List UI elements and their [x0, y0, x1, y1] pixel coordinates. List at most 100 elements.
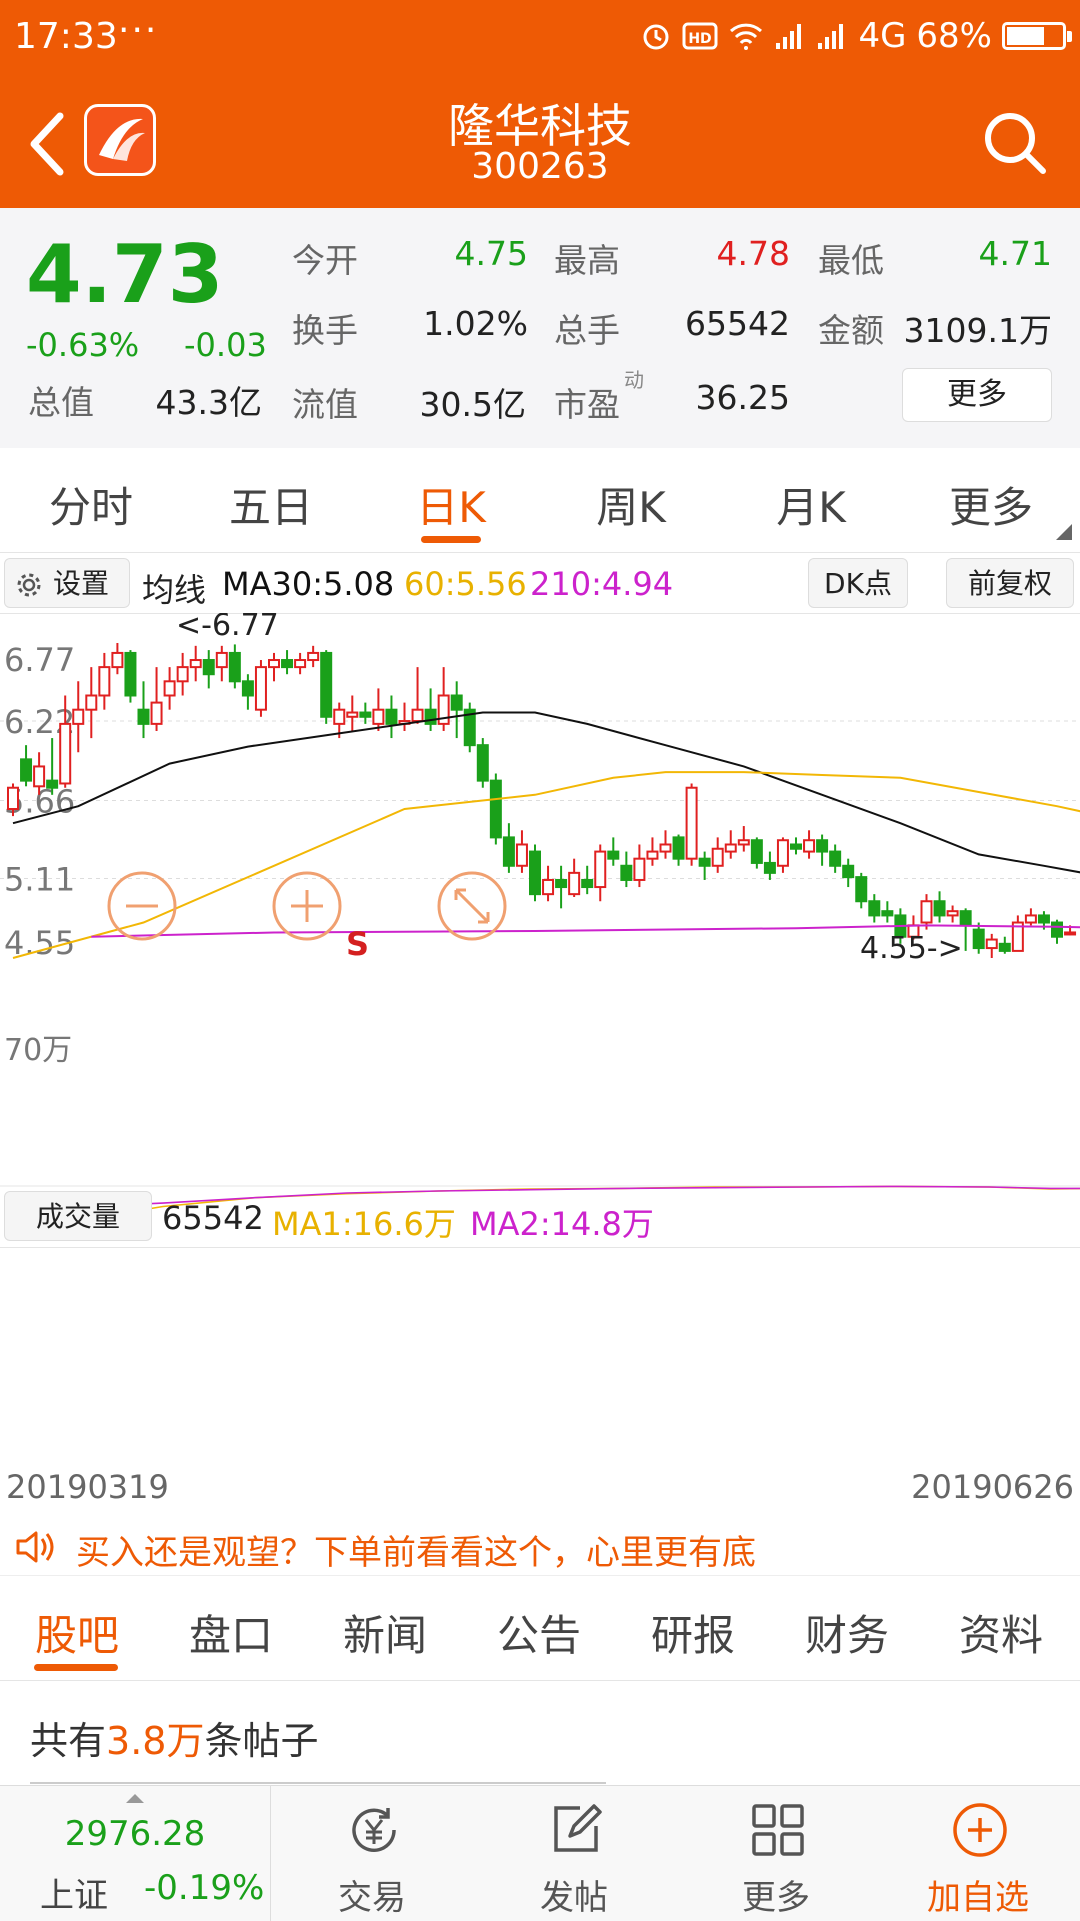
tab-period-4[interactable]: 月K	[736, 474, 886, 535]
search-icon[interactable]	[976, 104, 1056, 184]
adjust-button[interactable]: 前复权	[946, 558, 1074, 608]
settings-button[interactable]: 设置	[4, 558, 130, 608]
candle-body	[946, 910, 959, 917]
gear-icon	[17, 573, 41, 597]
svg-text:HD: HD	[689, 31, 712, 47]
quote-label-1-1: 总手	[554, 311, 620, 350]
quote-label-1-2: 金额	[818, 311, 884, 350]
active-tab-underline	[421, 536, 481, 543]
candle-body	[411, 708, 424, 723]
status-icons: HD 4G 68%	[640, 16, 1072, 56]
tab-period-3[interactable]: 周K	[556, 474, 706, 535]
ma-bar: 设置 均线 MA30:5.08 60:5.56 210:4.94 DK点 前复权	[0, 553, 1080, 614]
post-count-suffix: 条帖子	[204, 1719, 319, 1763]
candle-body	[150, 701, 163, 725]
bottom-nav: 2976.28 上证 -0.19% 交易 发帖 更多 加自选	[0, 1785, 1080, 1921]
tab-content-0[interactable]: 股吧	[22, 1602, 132, 1663]
candle-body	[659, 843, 672, 853]
promo-banner[interactable]: 买入还是观望？下单前看看这个，心里更有底	[0, 1515, 1080, 1576]
zoom-in-button[interactable]	[272, 871, 342, 941]
pe-label: 市盈	[554, 385, 620, 424]
candle-body	[385, 708, 398, 725]
period-tabs: 分时 五日 日K 周K 月K 更多	[0, 448, 1080, 553]
quote-value-0-2: 4.71	[978, 234, 1052, 273]
signal-icon-1	[776, 24, 802, 49]
dk-button[interactable]: DK点	[808, 558, 908, 608]
candle-body	[985, 938, 998, 950]
tab-content-5[interactable]: 财务	[792, 1602, 902, 1663]
candle-body	[542, 878, 555, 896]
post-count-number: 3.8万	[106, 1719, 205, 1763]
quote-more-button[interactable]: 更多	[902, 368, 1052, 422]
candle-body	[698, 857, 711, 867]
caret-up-icon	[126, 1794, 144, 1803]
candle-body	[933, 900, 946, 917]
candle-body	[46, 779, 59, 789]
y-axis-label: 6.77	[4, 641, 75, 679]
sell-signal-marker: S	[346, 925, 369, 963]
candle-body	[998, 942, 1011, 952]
candle-body	[33, 765, 46, 788]
candle-body	[555, 878, 568, 889]
candle-body	[816, 839, 829, 853]
volume-button[interactable]: 成交量	[4, 1191, 152, 1241]
tab-content-3[interactable]: 公告	[484, 1602, 594, 1663]
speaker-icon	[16, 1531, 54, 1563]
status-dots: ···	[118, 10, 159, 51]
candle-body	[763, 861, 776, 874]
index-value: 2976.28	[64, 1814, 206, 1854]
quote-label-0-0: 今开	[292, 241, 358, 280]
candle-body	[959, 910, 972, 927]
battery-fill	[1007, 27, 1044, 45]
candle-body	[529, 850, 541, 896]
candle-body	[568, 871, 581, 896]
nav-add-watchlist[interactable]: 加自选	[878, 1786, 1078, 1921]
candle-body	[450, 694, 463, 711]
candle-body	[476, 744, 489, 782]
dropdown-corner-icon	[1056, 524, 1072, 540]
quote-panel: 4.73 -0.63% -0.03 总值 43.3亿 今开 4.75 最高 4.78 最…	[0, 208, 1080, 448]
candle-body	[7, 786, 19, 811]
nav-post[interactable]: 发帖	[474, 1786, 674, 1921]
candle-body	[241, 680, 254, 697]
tab-period-0[interactable]: 分时	[16, 474, 166, 535]
candle-body	[137, 708, 150, 725]
quote-value-1-1: 65542	[685, 304, 790, 343]
tab-content-6[interactable]: 资料	[946, 1602, 1056, 1663]
quote-label-0-1: 最高	[554, 241, 620, 280]
candle-body	[868, 900, 881, 917]
candle-body	[372, 708, 385, 725]
total-value-label: 总值	[28, 383, 94, 422]
candle-body	[724, 843, 737, 853]
nav-more-label: 更多	[742, 1878, 810, 1918]
fullscreen-button[interactable]	[437, 871, 507, 941]
kline-chart[interactable]: 6.776.225.665.114.55<-6.774.55->S70万	[0, 613, 1080, 1443]
nav-trade-label: 交易	[338, 1878, 406, 1918]
tab-content-1[interactable]: 盘口	[176, 1602, 286, 1663]
candle-body	[307, 651, 320, 662]
zoom-out-button[interactable]	[107, 871, 177, 941]
candle-body	[672, 836, 685, 860]
tab-period-1[interactable]: 五日	[196, 474, 346, 535]
tab-period-5[interactable]: 更多	[916, 474, 1066, 535]
candle-body	[790, 843, 802, 850]
candle-body	[842, 864, 855, 879]
quote-value-1-2: 3109.1万	[903, 311, 1052, 350]
ma60-value: 60:5.56	[404, 565, 527, 603]
nav-trade[interactable]: 交易	[272, 1786, 472, 1921]
tab-content-4[interactable]: 研报	[638, 1602, 748, 1663]
current-price: 4.73	[26, 228, 224, 321]
candle-body	[85, 694, 98, 711]
alarm-icon	[643, 24, 669, 50]
tab-content-2[interactable]: 新闻	[330, 1602, 440, 1663]
candle-body	[881, 910, 894, 917]
index-ticker[interactable]: 2976.28 上证 -0.19%	[0, 1786, 271, 1921]
candle-body	[646, 850, 659, 860]
candle-body	[607, 850, 620, 860]
tab-period-2[interactable]: 日K	[376, 474, 526, 535]
content-tabs: 股吧 盘口 新闻 公告 研报 财务 资料	[0, 1580, 1080, 1681]
volume-axis-label: 70万	[4, 1033, 72, 1068]
candle-body	[1051, 921, 1063, 938]
nav-more[interactable]: 更多	[676, 1786, 876, 1921]
candle-body	[320, 651, 333, 718]
